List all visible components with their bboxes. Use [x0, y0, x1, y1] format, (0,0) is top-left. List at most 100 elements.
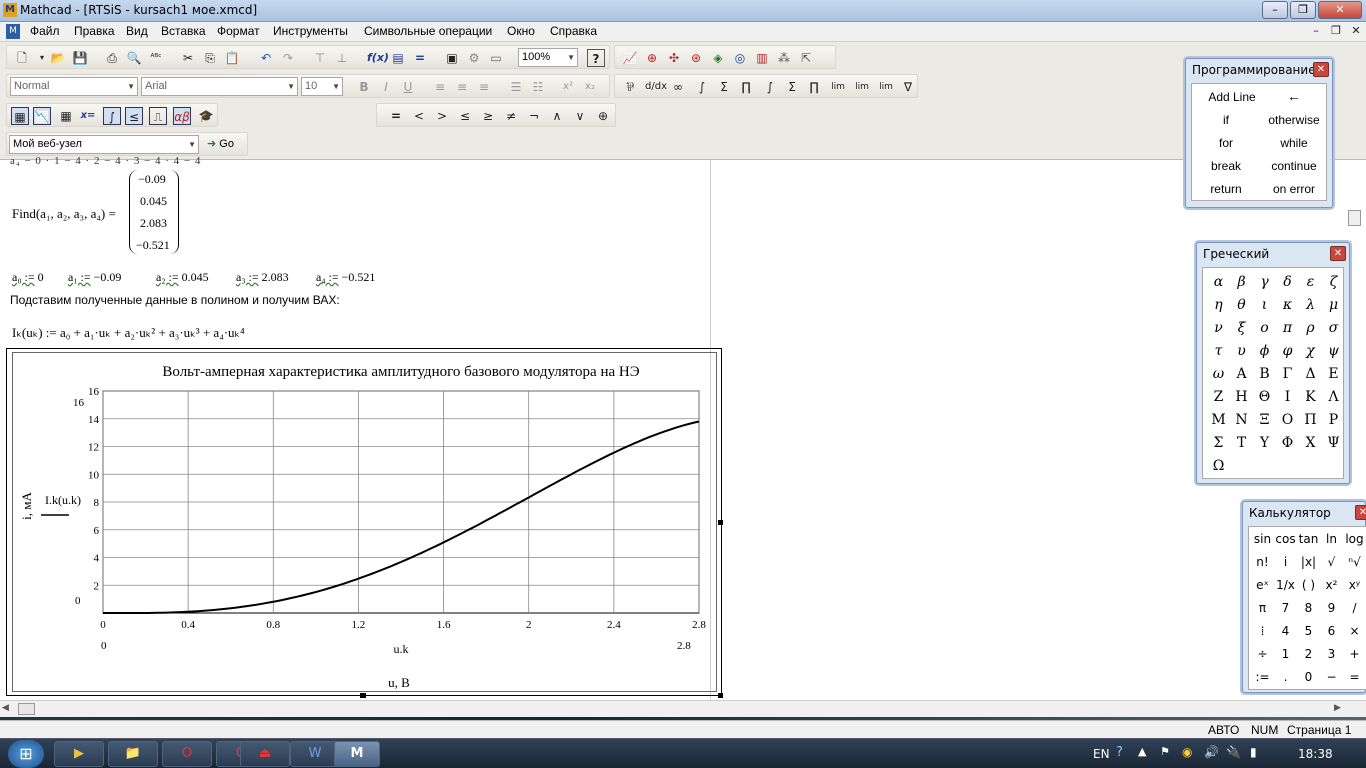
calculator-key[interactable]: n!	[1251, 551, 1274, 573]
font-size-select[interactable]: 10 ▼	[301, 77, 343, 96]
scroll-right-icon[interactable]: ▶	[1334, 703, 1341, 713]
xor-button[interactable]: ⊕	[594, 107, 612, 125]
insert-unit-icon[interactable]: ▤	[389, 49, 407, 67]
add-line-button[interactable]: Add Line	[1198, 90, 1266, 104]
graph-palette-icon[interactable]: 📉	[33, 107, 51, 125]
scroll-left-icon[interactable]: ◀	[2, 703, 9, 713]
underline-button[interactable]: U	[399, 78, 417, 96]
bullets-icon[interactable]: ☰	[507, 78, 525, 96]
print-preview-icon[interactable]: 🔍	[125, 49, 143, 67]
undo-icon[interactable]: ↶	[257, 49, 275, 67]
greek-letter-button[interactable]: π	[1276, 317, 1299, 339]
menu-file[interactable]: Файл	[30, 24, 60, 38]
greater-equal-button[interactable]: ≥	[479, 107, 497, 125]
signal-icon[interactable]: ▮	[1250, 745, 1257, 759]
polynomial-definition[interactable]: Iₖ(uₖ) := a₀ + a₁·uₖ + a₂·uₖ² + a₃·uₖ³ +…	[12, 325, 245, 341]
trace-icon[interactable]: ✣	[665, 49, 683, 67]
greek-letter-button[interactable]: ι	[1253, 294, 1276, 316]
close-icon[interactable]: ✕	[1313, 62, 1329, 77]
align-right-icon[interactable]: ≡	[475, 78, 493, 96]
local-assign-button[interactable]: ←	[1266, 88, 1322, 104]
greek-letter-button[interactable]: σ	[1322, 317, 1345, 339]
calculator-key[interactable]: tan	[1297, 528, 1320, 550]
limit-right-icon[interactable]: lim	[853, 78, 871, 96]
greek-letter-button[interactable]: υ	[1230, 340, 1253, 362]
calculator-key[interactable]: ⁿ√	[1343, 551, 1366, 573]
calculate-icon[interactable]: =	[411, 49, 429, 67]
greek-letter-button[interactable]: Μ	[1207, 409, 1230, 431]
greek-letter-button[interactable]: Τ	[1230, 432, 1253, 454]
calculator-key[interactable]: xʸ	[1343, 574, 1366, 596]
close-icon[interactable]: ✕	[1355, 505, 1366, 520]
calculator-key[interactable]: 4	[1274, 620, 1297, 642]
horizontal-scrollbar-thumb[interactable]	[18, 703, 35, 715]
greek-letter-button[interactable]: ρ	[1299, 317, 1322, 339]
matrix-palette-icon[interactable]: ▦	[57, 107, 75, 125]
limit-icon[interactable]: lim	[829, 78, 847, 96]
calculator-key[interactable]: 1	[1274, 643, 1297, 665]
calculator-key[interactable]: ×	[1343, 620, 1366, 642]
greek-letter-button[interactable]: Κ	[1299, 386, 1322, 408]
spell-check-icon[interactable]: ᴬᴮᶜ	[147, 49, 165, 67]
calculator-key[interactable]: sin	[1251, 528, 1274, 550]
vector-field-icon[interactable]: ⇱	[797, 49, 815, 67]
calculator-key[interactable]: ⁞	[1251, 620, 1274, 642]
zoom-select[interactable]: 100% ▼	[518, 48, 578, 67]
component-icon[interactable]: ▣	[443, 49, 461, 67]
menu-view[interactable]: Вид	[126, 24, 148, 38]
calculator-key[interactable]: =	[1343, 666, 1366, 688]
mdi-close-button[interactable]: ✕	[1346, 24, 1366, 40]
greek-letter-button[interactable]: Σ	[1207, 432, 1230, 454]
greater-than-button[interactable]: >	[433, 107, 451, 125]
subscript-icon[interactable]: x₂	[581, 78, 599, 96]
zoom-plot-icon[interactable]: ⊕	[643, 49, 661, 67]
assignment-a3[interactable]: a₃ := 2.083	[236, 270, 289, 285]
greek-letter-button[interactable]: ε	[1299, 271, 1322, 293]
calculator-key[interactable]: log	[1343, 528, 1366, 550]
evaluation-palette-icon[interactable]: x=	[79, 107, 97, 125]
greek-letter-button[interactable]: ϕ	[1253, 340, 1276, 362]
calculator-key[interactable]: i	[1274, 551, 1297, 573]
surface-plot-icon[interactable]: ◈	[709, 49, 727, 67]
mdi-minimize-button[interactable]: –	[1306, 24, 1326, 40]
align-center-icon[interactable]: ≡	[453, 78, 471, 96]
paste-icon[interactable]: 📋	[223, 49, 241, 67]
greek-letter-button[interactable]: α	[1207, 271, 1230, 293]
symbolic-palette-icon[interactable]: 🎓	[197, 107, 215, 125]
calculus-palette-icon[interactable]: ∫	[103, 107, 121, 125]
assignment-a2[interactable]: a₂ := 0.045	[156, 270, 209, 285]
derivative-icon[interactable]: d/dx	[645, 78, 667, 96]
scatter-plot-icon[interactable]: ⁂	[775, 49, 793, 67]
greek-letter-button[interactable]: η	[1207, 294, 1230, 316]
gradient-icon[interactable]: ∇	[899, 78, 917, 96]
menu-help[interactable]: Справка	[550, 24, 597, 38]
menu-edit[interactable]: Правка	[74, 24, 115, 38]
greek-letter-button[interactable]: φ	[1276, 340, 1299, 362]
font-select[interactable]: Arial ▼	[141, 77, 298, 96]
italic-button[interactable]: I	[377, 78, 395, 96]
horizontal-scrollbar[interactable]: ◀ ▶	[0, 700, 1366, 717]
programming-palette-icon[interactable]: ⎍	[149, 107, 167, 125]
calculator-key[interactable]: 5	[1297, 620, 1320, 642]
calculator-key[interactable]: ÷	[1251, 643, 1274, 665]
greek-letter-button[interactable]: γ	[1253, 271, 1276, 293]
assignment-a1[interactable]: a₁ := −0.09	[68, 270, 121, 285]
minimize-button[interactable]: –	[1262, 1, 1288, 19]
greek-letter-button[interactable]: Η	[1230, 386, 1253, 408]
greek-letter-button[interactable]: Υ	[1253, 432, 1276, 454]
greek-letter-button[interactable]: θ	[1230, 294, 1253, 316]
boolean-palette-icon[interactable]: ≤	[125, 107, 143, 125]
close-icon[interactable]: ✕	[1330, 246, 1346, 261]
greek-letter-button[interactable]: Ο	[1276, 409, 1299, 431]
calculator-key[interactable]: /	[1343, 597, 1366, 619]
open-folder-icon[interactable]: 📂	[49, 49, 67, 67]
greek-letter-button[interactable]: Γ	[1276, 363, 1299, 385]
calculator-key[interactable]: 0	[1297, 666, 1320, 688]
greek-letter-button[interactable]: Ε	[1322, 363, 1345, 385]
or-button[interactable]: ∨	[571, 107, 589, 125]
insert-region-icon[interactable]: ▭	[487, 49, 505, 67]
integral-icon[interactable]: ∫	[761, 78, 779, 96]
align-left-icon[interactable]: ≡	[431, 78, 449, 96]
not-button[interactable]: ¬	[525, 107, 543, 125]
sum-icon[interactable]: Σ	[783, 78, 801, 96]
